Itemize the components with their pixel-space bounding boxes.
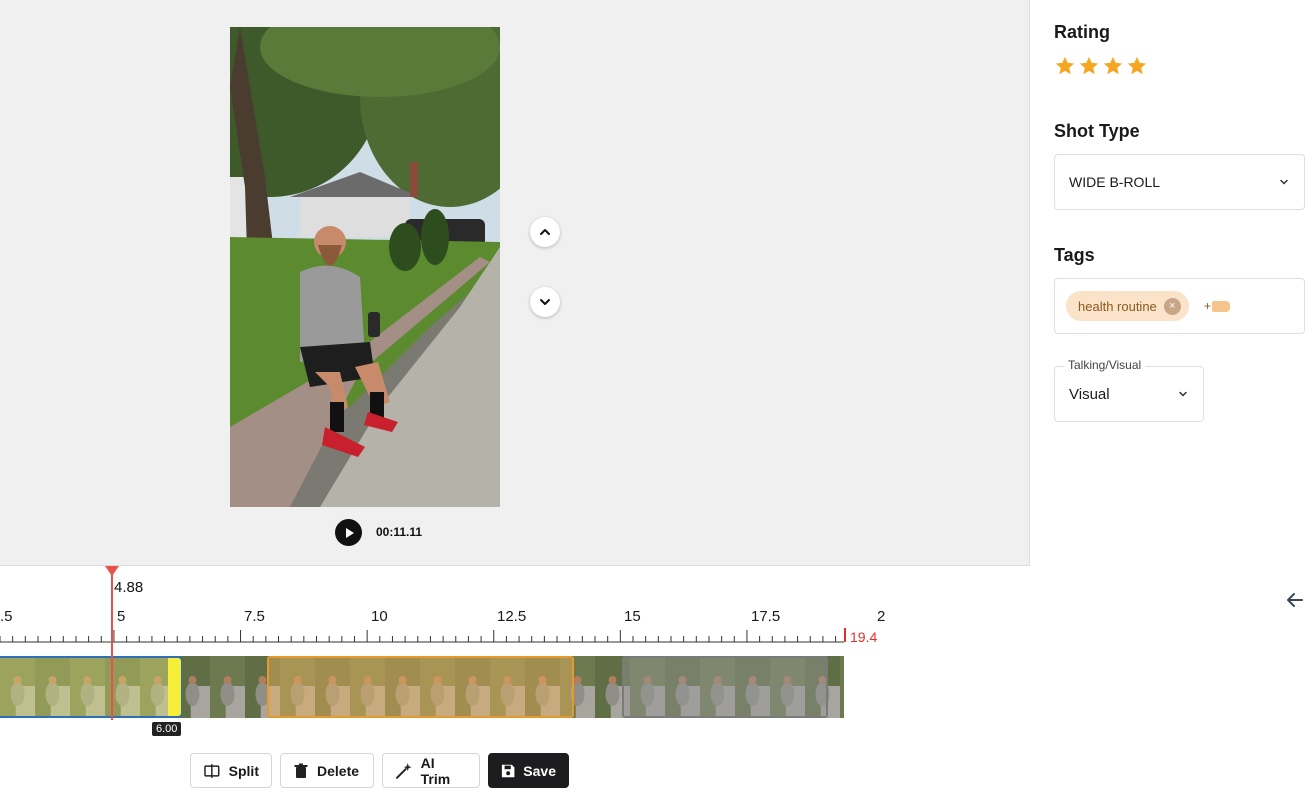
playhead-time: 4.88 — [114, 579, 144, 596]
tick-label: 2 — [877, 608, 886, 625]
talking-visual-label: Talking/Visual — [1064, 358, 1146, 372]
playhead-marker-icon[interactable] — [105, 566, 119, 576]
selected-clip[interactable] — [0, 656, 182, 718]
save-icon — [501, 764, 515, 777]
chevron-down-icon — [1280, 179, 1288, 185]
split-label: Split — [228, 762, 259, 779]
chevron-down-icon — [1179, 391, 1187, 397]
shot-type-value: WIDE B-ROLL — [1069, 174, 1161, 190]
play-button[interactable] — [335, 519, 362, 546]
chevron-up-icon — [540, 229, 550, 235]
tick-label: 17.5 — [751, 608, 781, 625]
clip-frame — [210, 656, 245, 718]
add-tag-plus: + — [1204, 299, 1212, 313]
next-clip-button[interactable] — [530, 287, 560, 317]
video-preview[interactable] — [230, 27, 500, 507]
split-button[interactable]: Split — [190, 753, 272, 788]
tick-label: .5 — [0, 608, 13, 625]
split-icon — [204, 763, 220, 778]
playhead-line[interactable] — [111, 572, 113, 720]
current-time: 00:11.11 — [376, 525, 423, 539]
shot-type-heading: Shot Type — [1054, 121, 1140, 141]
save-button[interactable]: Save — [488, 753, 569, 788]
rating-heading: Rating — [1054, 22, 1110, 42]
clip-frame — [840, 656, 844, 718]
magic-wand-icon — [395, 762, 412, 779]
delete-button[interactable]: Delete — [280, 753, 374, 788]
talking-visual-select[interactable]: Visual — [1054, 366, 1204, 422]
rating-stars[interactable] — [1054, 55, 1148, 77]
remove-tag-icon[interactable]: × — [1163, 297, 1181, 315]
highlighted-clip[interactable] — [267, 656, 574, 718]
ai-trim-label: AI Trim — [420, 754, 451, 787]
trash-icon — [294, 763, 308, 778]
star-icon[interactable] — [1126, 55, 1148, 77]
shot-type-select[interactable]: WIDE B-ROLL — [1054, 154, 1305, 210]
tick-label: 10 — [371, 608, 388, 625]
tag-icon — [1212, 300, 1231, 312]
arrow-left-icon[interactable] — [1283, 588, 1307, 612]
play-icon — [345, 527, 354, 538]
tag-chip-label: health routine — [1078, 298, 1157, 314]
tags-heading: Tags — [1054, 245, 1095, 265]
star-icon[interactable] — [1054, 55, 1076, 77]
disabled-clip[interactable] — [622, 656, 828, 718]
save-label: Save — [523, 762, 556, 779]
tick-label: 12.5 — [497, 608, 527, 625]
trim-handle[interactable] — [168, 658, 181, 716]
add-tag-button[interactable]: + — [1204, 299, 1231, 313]
ai-trim-button[interactable]: AI Trim — [382, 753, 480, 788]
video-frame-image — [230, 27, 500, 507]
tick-label: 7.5 — [244, 608, 265, 625]
preview-area: 00:11.11 — [0, 0, 1030, 566]
tag-chip: health routine × — [1066, 291, 1189, 321]
chevron-down-icon — [540, 299, 550, 305]
star-icon[interactable] — [1078, 55, 1100, 77]
star-icon[interactable] — [1102, 55, 1124, 77]
talking-visual-value: Visual — [1069, 385, 1110, 403]
tick-label: 5 — [117, 608, 126, 625]
delete-label: Delete — [317, 762, 360, 779]
clip-end-tooltip: 6.00 — [152, 722, 182, 736]
end-marker-label: 19.4 — [850, 629, 878, 645]
timeline-ruler[interactable] — [0, 566, 900, 646]
previous-clip-button[interactable] — [530, 217, 560, 247]
tick-label: 15 — [624, 608, 641, 625]
